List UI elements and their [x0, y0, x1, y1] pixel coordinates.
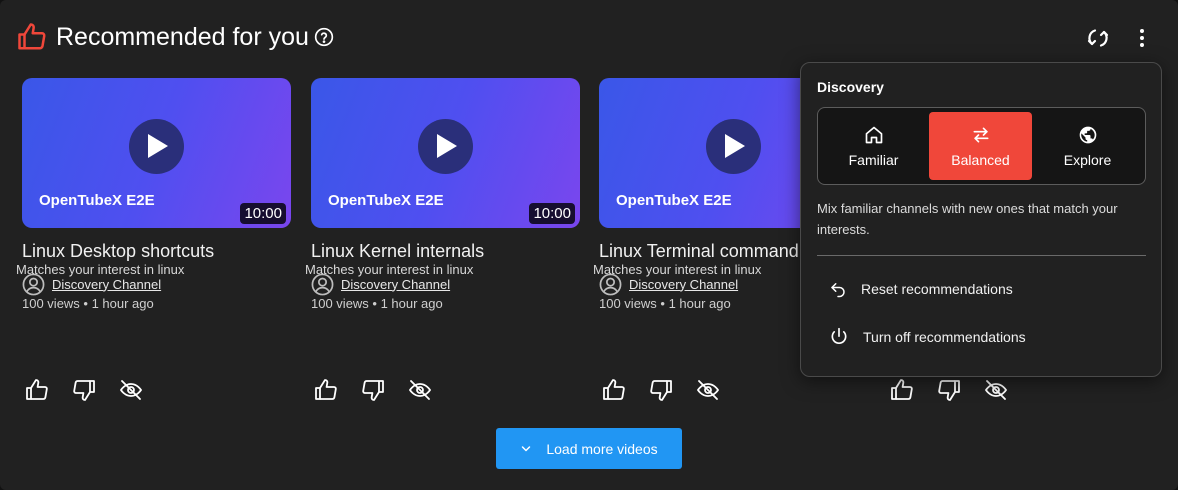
option-label: Familiar — [848, 152, 899, 168]
reset-recommendations-item[interactable]: Reset recommendations — [817, 269, 1146, 309]
recommendation-reason: Matches your interest in linux — [593, 262, 762, 277]
divider — [817, 255, 1146, 256]
card-actions — [314, 378, 455, 402]
play-icon[interactable] — [418, 119, 473, 174]
page-title: Recommended for you — [56, 23, 309, 51]
video-title[interactable]: Linux Desktop shortcuts — [22, 241, 312, 262]
thumbs-up-icon[interactable] — [25, 378, 49, 402]
home-icon — [865, 126, 882, 144]
card-actions — [890, 378, 1031, 402]
video-meta: 100 views • 1 hour ago — [22, 296, 154, 311]
play-icon[interactable] — [706, 119, 761, 174]
thumbnail-brand: OpenTubeX E2E — [328, 192, 444, 209]
menu-title: Discovery — [817, 79, 884, 95]
card-actions — [25, 378, 166, 402]
menu-item-label: Turn off recommendations — [863, 329, 1026, 345]
thumbs-down-icon[interactable] — [72, 378, 96, 402]
thumbs-down-icon[interactable] — [649, 378, 673, 402]
load-more-button[interactable]: Load more videos — [496, 428, 682, 469]
globe-icon — [1079, 126, 1096, 144]
option-familiar[interactable]: Familiar — [822, 112, 925, 180]
recommendation-reason: Matches your interest in linux — [16, 262, 185, 277]
channel-link[interactable]: Discovery Channel — [629, 277, 738, 292]
thumbs-up-icon — [18, 23, 46, 50]
card-actions — [602, 378, 743, 402]
turn-off-recommendations-item[interactable]: Turn off recommendations — [817, 317, 1146, 357]
mode-description: Mix familiar channels with new ones that… — [817, 201, 1118, 237]
hide-icon[interactable] — [119, 378, 143, 402]
option-balanced[interactable]: Balanced — [929, 112, 1032, 180]
play-icon[interactable] — [129, 119, 184, 174]
option-label: Explore — [1063, 152, 1112, 168]
duration-badge: 10:00 — [240, 203, 286, 224]
help-icon[interactable] — [314, 27, 334, 47]
hide-icon[interactable] — [984, 378, 1008, 402]
thumbs-up-icon[interactable] — [890, 378, 914, 402]
option-label: Balanced — [951, 152, 1010, 168]
chevron-down-icon — [522, 445, 531, 451]
video-title[interactable]: Linux Kernel internals — [311, 241, 601, 262]
discovery-mode-selector: Familiar Balanced Explore — [817, 107, 1146, 185]
video-meta: 100 views • 1 hour ago — [311, 296, 443, 311]
thumbs-down-icon[interactable] — [361, 378, 385, 402]
channel-link[interactable]: Discovery Channel — [52, 277, 161, 292]
recommendation-reason: Matches your interest in linux — [305, 262, 474, 277]
channel-link[interactable]: Discovery Channel — [341, 277, 450, 292]
video-thumbnail[interactable]: OpenTubeX E2E 10:00 — [311, 78, 580, 228]
thumbs-down-icon[interactable] — [937, 378, 961, 402]
power-icon — [831, 327, 847, 344]
hide-icon[interactable] — [408, 378, 432, 402]
option-explore[interactable]: Explore — [1036, 112, 1139, 180]
recommendations-panel: Recommended for you OpenTubeX E2E 10:00 … — [0, 0, 1178, 490]
thumbnail-brand: OpenTubeX E2E — [616, 192, 732, 209]
thumbnail-brand: OpenTubeX E2E — [39, 192, 155, 209]
discovery-menu: Discovery Familiar Balanced Explore Mix … — [800, 62, 1162, 377]
load-more-label: Load more videos — [546, 440, 658, 457]
refresh-icon[interactable] — [1086, 26, 1110, 50]
undo-icon — [831, 283, 845, 298]
duration-badge: 10:00 — [529, 203, 575, 224]
swap-arrows-icon — [973, 127, 988, 143]
video-thumbnail[interactable]: OpenTubeX E2E 10:00 — [22, 78, 291, 228]
more-vertical-icon[interactable] — [1130, 26, 1154, 50]
thumbs-up-icon[interactable] — [602, 378, 626, 402]
menu-item-label: Reset recommendations — [861, 281, 1013, 297]
thumbs-up-icon[interactable] — [314, 378, 338, 402]
hide-icon[interactable] — [696, 378, 720, 402]
video-title[interactable]: Linux Terminal commands — [599, 241, 799, 262]
